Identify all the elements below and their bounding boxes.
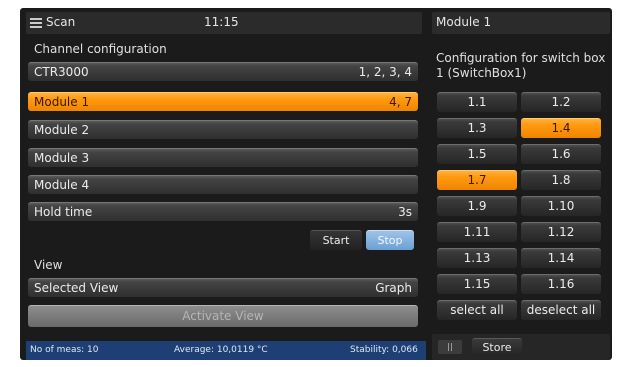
grip-icon[interactable] bbox=[438, 340, 462, 354]
switch-1-7[interactable]: 1.7 bbox=[437, 170, 517, 190]
view-label: View bbox=[34, 258, 63, 272]
hold-time-value: 3s bbox=[398, 205, 412, 219]
module-toolbar: Store bbox=[432, 334, 610, 360]
hold-time-row[interactable]: Hold time 3s bbox=[28, 202, 418, 221]
switch-1-14[interactable]: 1.14 bbox=[521, 248, 601, 268]
stop-button[interactable]: Stop bbox=[366, 230, 414, 250]
screen-title: Scan bbox=[46, 15, 76, 29]
channel-row-label: Module 3 bbox=[34, 151, 90, 165]
channel-config-label: Channel configuration bbox=[34, 42, 167, 56]
scan-titlebar: Scan 11:15 bbox=[26, 12, 422, 34]
switch-1-9[interactable]: 1.9 bbox=[437, 196, 517, 216]
device-screen: Scan 11:15 Channel configuration CTR3000… bbox=[20, 8, 612, 360]
channel-row-module-4[interactable]: Module 4 bbox=[28, 175, 418, 194]
selected-view-value: Graph bbox=[375, 281, 412, 295]
deselect-all-button[interactable]: deselect all bbox=[521, 300, 601, 320]
activate-view-button[interactable]: Activate View bbox=[28, 305, 418, 327]
switch-1-1[interactable]: 1.1 bbox=[437, 92, 517, 112]
selected-view-row[interactable]: Selected View Graph bbox=[28, 278, 418, 297]
selected-view-label: Selected View bbox=[34, 281, 119, 295]
channel-row-value: 1, 2, 3, 4 bbox=[358, 65, 412, 79]
meas-count: No of meas: 10 bbox=[30, 345, 99, 355]
switch-1-4[interactable]: 1.4 bbox=[521, 118, 601, 138]
switch-1-6[interactable]: 1.6 bbox=[521, 144, 601, 164]
clock: 11:15 bbox=[204, 15, 239, 29]
channel-row-label: Module 2 bbox=[34, 123, 90, 137]
channel-row-ctr3000[interactable]: CTR3000 1, 2, 3, 4 bbox=[28, 62, 418, 81]
switch-1-13[interactable]: 1.13 bbox=[437, 248, 517, 268]
channel-row-module-2[interactable]: Module 2 bbox=[28, 120, 418, 139]
channel-row-value: 4, 7 bbox=[389, 95, 412, 109]
channel-row-label: Module 1 bbox=[34, 95, 90, 109]
menu-icon[interactable] bbox=[30, 18, 42, 28]
channel-row-module-3[interactable]: Module 3 bbox=[28, 148, 418, 167]
switch-1-12[interactable]: 1.12 bbox=[521, 222, 601, 242]
switch-1-16[interactable]: 1.16 bbox=[521, 274, 601, 294]
switch-1-5[interactable]: 1.5 bbox=[437, 144, 517, 164]
switch-1-8[interactable]: 1.8 bbox=[521, 170, 601, 190]
store-button[interactable]: Store bbox=[472, 338, 522, 356]
switch-1-15[interactable]: 1.15 bbox=[437, 274, 517, 294]
module-title: Module 1 bbox=[432, 12, 610, 34]
scan-panel: Scan 11:15 Channel configuration CTR3000… bbox=[26, 8, 426, 360]
channel-row-label: CTR3000 bbox=[34, 65, 89, 79]
switch-1-2[interactable]: 1.2 bbox=[521, 92, 601, 112]
channel-row-label: Module 4 bbox=[34, 178, 90, 192]
average-readout: Average: 10,0119 °C bbox=[174, 345, 268, 355]
status-bar: No of meas: 10 Average: 10,0119 °C Stabi… bbox=[26, 341, 426, 360]
module-subtitle: Configuration for switch box 1 (SwitchBo… bbox=[436, 51, 606, 80]
start-button[interactable]: Start bbox=[310, 230, 362, 250]
select-all-button[interactable]: select all bbox=[437, 300, 517, 320]
switch-1-11[interactable]: 1.11 bbox=[437, 222, 517, 242]
switch-1-10[interactable]: 1.10 bbox=[521, 196, 601, 216]
module-panel: Module 1 Configuration for switch box 1 … bbox=[432, 8, 612, 360]
channel-row-module-1[interactable]: Module 1 4, 7 bbox=[28, 92, 418, 111]
switch-1-3[interactable]: 1.3 bbox=[437, 118, 517, 138]
hold-time-label: Hold time bbox=[34, 205, 93, 219]
stability-readout: Stability: 0,066 bbox=[350, 345, 418, 355]
